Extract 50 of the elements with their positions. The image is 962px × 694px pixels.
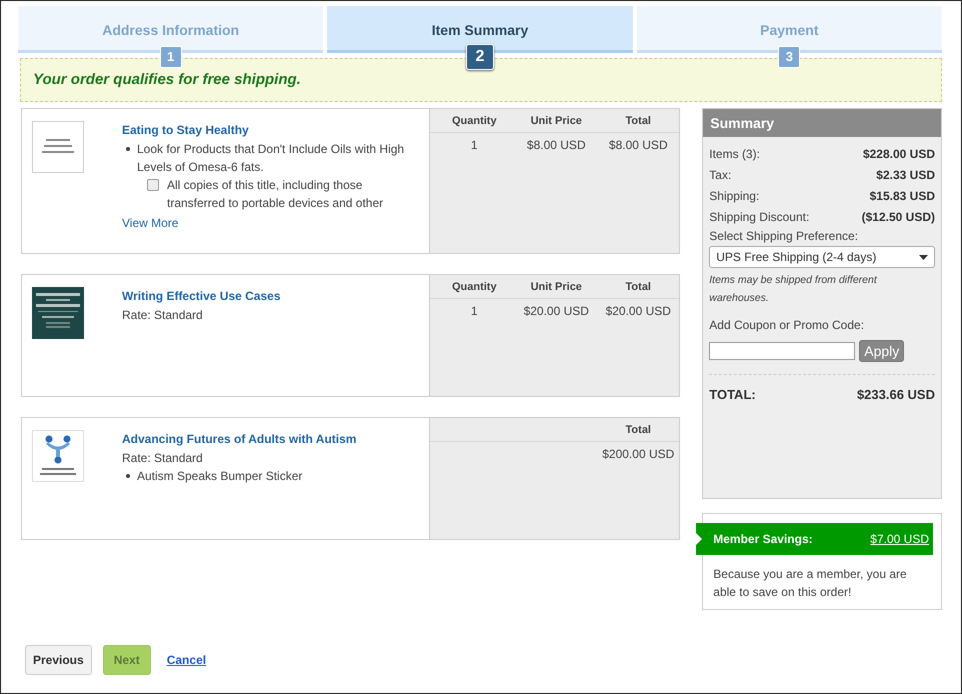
item-bullet-text: Autism Speaks Bumper Sticker [122,467,419,485]
shipping-label: Select Shipping Preference: [709,229,860,243]
summary-value: ($12.50 USD) [862,210,935,224]
savings-label: Member Savings: [713,532,813,546]
price-cell-text: $20.00 USD [604,304,672,318]
column-header: Unit Price [530,280,583,292]
previous-button[interactable]: Previous [25,645,92,675]
item-title-link[interactable]: Eating to Stay Healthy [122,121,419,139]
summary-label: Shipping Discount: [709,210,810,224]
view-more-link[interactable]: View More [122,214,419,232]
price-cell-text: $8.00 USD [608,138,669,152]
price-cell-text: 1 [470,138,479,152]
total-label: TOTAL: [709,387,756,402]
price-cell-text: $20.00 USD [522,304,590,318]
price-cell-text: $8.00 USD [526,138,587,152]
rate-text: Rate: Standard [122,450,204,467]
summary-label: Shipping: [709,188,760,202]
summary-label: Tax: [709,168,732,182]
coupon-field[interactable] [709,342,856,360]
rate-text: Rate: Standard [122,307,204,324]
column-header: Quantity [450,280,498,292]
column-header: Unit Price [530,114,583,126]
column-header: Total [624,424,652,436]
summary-value: $228.00 USD [862,146,935,160]
price-cell-text: 1 [470,304,479,318]
item-bullet-text: Look for Products that Don't Include Oils with High Levels of Omesa-6 fats. [122,140,419,176]
checkbox-label: All copies of this title, including those transferred to portable devices and other [167,177,384,212]
price-cell-text: $200.00 USD [601,447,676,461]
shipping-note: Items may be shipped from different warehouses. [709,273,878,306]
checkbox[interactable] [147,179,159,191]
column-header: Quantity [450,114,498,126]
summary-label: Items (3): [709,146,760,160]
shipping-select[interactable]: UPS Free Shipping (2-4 days) [709,246,935,268]
coupon-label: Add Coupon or Promo Code: [709,318,866,332]
cancel-link[interactable]: Cancel [166,653,206,667]
step-number: 3 [778,46,800,68]
apply-button[interactable]: Apply [859,340,904,362]
ribbon-notch [696,533,702,545]
item-title-link[interactable]: Writing Effective Use Cases [122,287,419,305]
savings-amount-link[interactable]: $7.00 USD [870,532,929,546]
total-value: $233.66 USD [856,387,935,402]
summary-title: Summary [703,109,941,137]
summary-value: $2.33 USD [876,168,935,182]
step-number: 2 [466,44,494,70]
dropdown-caret-icon [919,254,928,260]
item-title-link[interactable]: Advancing Futures of Adults with Autism [122,430,419,448]
savings-text: Because you are a member, you are able to save on this order! [712,566,908,601]
column-header: Total [624,114,652,126]
column-header: Total [624,280,652,292]
summary-value: $15.83 USD [870,188,935,202]
